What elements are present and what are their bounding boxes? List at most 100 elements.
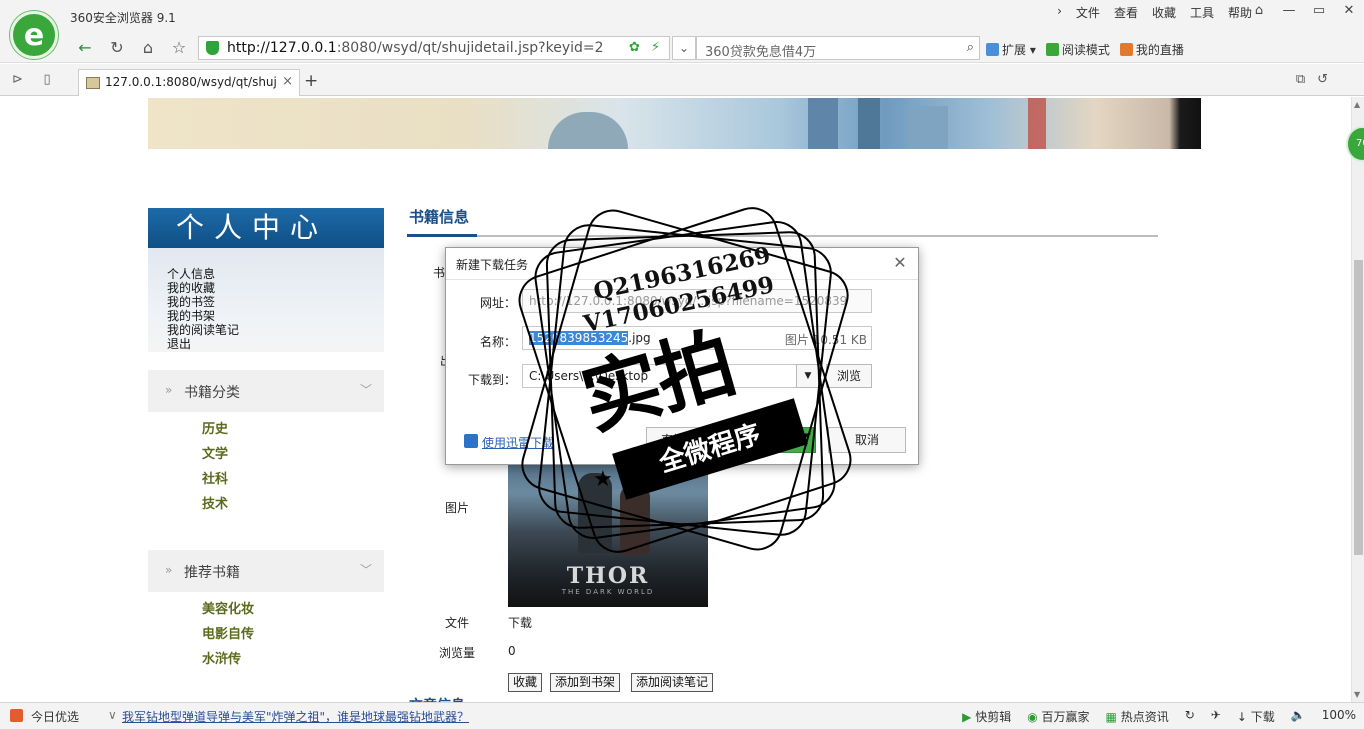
file-download-link[interactable]: 下载 — [508, 614, 532, 631]
navigation-bar: ← ↻ ⌂ ☆ http://127.0.0.1:8080/wsyd/qt/sh… — [0, 34, 1364, 63]
category-header[interactable]: » 书籍分类 ﹀ — [148, 370, 384, 412]
sidebar-toggle-icon[interactable]: ⊳ ▯ — [12, 72, 51, 87]
cancel-button[interactable]: 取消 — [828, 427, 906, 453]
scroll-up-icon[interactable]: ▲ — [1354, 100, 1360, 109]
title-divider — [407, 235, 1158, 237]
url-label: 网址： — [480, 296, 517, 310]
recommend-list: 美容化妆 电影自传 水浒传 — [202, 603, 254, 678]
favorite-star-icon[interactable]: ☆ — [166, 37, 192, 59]
download-dialog: 新建下载任务 ✕ 网址： http://127.0.0.1:8080/wsyd/… — [445, 247, 919, 465]
home-icon[interactable]: ⌂ — [135, 37, 161, 59]
menu-file[interactable]: 文件 — [1076, 4, 1100, 21]
recommend-title: 推荐书籍 — [184, 565, 240, 581]
book-cover-image: THOR THE DARK WORLD — [508, 455, 708, 607]
cover-title: THOR — [566, 563, 650, 589]
tab-title: 127.0.0.1:8080/wsyd/qt/shujid — [105, 75, 277, 89]
back-icon[interactable]: ← — [72, 37, 98, 59]
uc-item-bookmarks[interactable]: 我的书签 — [167, 295, 384, 309]
views-value: 0 — [508, 644, 516, 658]
search-icon[interactable]: ⌕ — [967, 40, 974, 55]
saveto-dropdown-icon[interactable]: ▼ — [796, 364, 820, 388]
downloads-button[interactable]: ↓ 下载 — [1237, 708, 1275, 725]
zoom-level[interactable]: 100% — [1322, 708, 1356, 725]
chevron-down-icon: ﹀ — [359, 383, 372, 397]
tab-close-icon[interactable]: × — [282, 74, 293, 89]
tab-active[interactable]: 127.0.0.1:8080/wsyd/qt/shujid × — [78, 69, 300, 96]
speed-mode-icon[interactable]: ⚡ — [651, 40, 660, 55]
scroll-down-icon[interactable]: ▼ — [1354, 690, 1360, 699]
uc-item-logout[interactable]: 退出 — [167, 337, 384, 351]
url-field[interactable]: http://127.0.0.1:8080/wsyd/...jsp?filena… — [522, 289, 872, 313]
category-item[interactable]: 历史 — [202, 423, 228, 448]
menu-tools[interactable]: 工具 — [1190, 4, 1214, 21]
news-ticker-link[interactable]: 我军钻地型弹道导弹与美军"炸弹之祖"，谁是地球最强钻地武器？ — [122, 708, 469, 725]
add-note-button[interactable]: 添加阅读笔记 — [631, 673, 714, 692]
section-title-cut: 文章信息 — [409, 695, 465, 702]
minimize-button[interactable]: — — [1274, 0, 1304, 24]
browser-logo-icon[interactable]: e — [10, 11, 58, 59]
category-list: 历史 文学 社科 技术 — [202, 423, 228, 523]
address-dropdown-icon[interactable]: ⌄ — [672, 36, 696, 60]
search-box[interactable]: 360贷款免息借4万 ⌕ — [696, 36, 980, 60]
today-picks[interactable]: 今日优选 — [31, 708, 79, 725]
filename-extension: .jpg — [628, 331, 651, 345]
recommend-item[interactable]: 美容化妆 — [202, 603, 254, 628]
recommend-item[interactable]: 电影自传 — [202, 628, 254, 653]
extensions-button[interactable]: 扩展 ▾ — [986, 41, 1036, 58]
menu-favorites[interactable]: 收藏 — [1152, 4, 1176, 21]
xunlei-icon — [464, 434, 478, 448]
mute-icon[interactable]: 🔈 — [1291, 708, 1306, 725]
filename-field[interactable]: 1520839853245.jpg 图片 10.51 KB — [522, 326, 872, 350]
add-to-shelf-button[interactable]: 添加到书架 — [550, 673, 621, 692]
file-label: 文件 — [445, 616, 470, 630]
site-banner — [148, 98, 1201, 149]
browse-button[interactable]: 浏览 — [826, 364, 872, 388]
category-item[interactable]: 文学 — [202, 448, 228, 473]
double-chevron-icon: » — [165, 563, 173, 577]
open-directly-button[interactable]: 直接打开 — [646, 427, 724, 453]
new-tab-icon[interactable]: + — [304, 71, 318, 91]
menu-chevron-icon[interactable]: › — [1057, 4, 1062, 21]
chevron-down-icon[interactable]: ∨ — [108, 708, 117, 722]
xunlei-link[interactable]: 使用迅雷下载 — [482, 434, 554, 451]
status-tools: ▶ 快剪辑 ◉ 百万赢家 ▦ 热点资讯 ↻ ✈ ↓ 下载 🔈 100% — [962, 708, 1356, 725]
hot-news-button[interactable]: ▦ 热点资讯 — [1106, 708, 1169, 725]
refresh-icon[interactable]: ↻ — [104, 37, 130, 59]
recommend-item[interactable]: 水浒传 — [202, 653, 254, 678]
title-bar: 360安全浏览器 9.1 › 文件 查看 收藏 工具 帮助 ⌂ — ▭ ✕ — [0, 0, 1364, 34]
tab-restore-icons[interactable]: ⧉↺ — [1296, 72, 1340, 87]
uc-item-bookshelf[interactable]: 我的书架 — [167, 309, 384, 323]
quick-edit-button[interactable]: ▶ 快剪辑 — [962, 708, 1011, 725]
reading-mode-button[interactable]: 阅读模式 — [1045, 41, 1110, 58]
sync-icon[interactable]: ↻ — [1185, 708, 1195, 725]
uc-item-favorites[interactable]: 我的收藏 — [167, 281, 384, 295]
page-title: 书籍信息 — [409, 208, 470, 226]
file-info: 图片 10.51 KB — [784, 333, 867, 347]
live-button[interactable]: 我的直播 — [1119, 41, 1184, 58]
dialog-close-icon[interactable]: ✕ — [890, 253, 910, 273]
recommend-header[interactable]: » 推荐书籍 ﹀ — [148, 550, 384, 592]
address-bar[interactable]: http://127.0.0.1:8080/wsyd/qt/shujidetai… — [198, 36, 670, 60]
category-item[interactable]: 社科 — [202, 473, 228, 498]
vertical-scrollbar[interactable]: ▲ ▼ — [1351, 97, 1364, 702]
category-item[interactable]: 技术 — [202, 498, 228, 523]
scroll-thumb[interactable] — [1354, 260, 1363, 555]
tools-icon[interactable]: ✈ — [1211, 708, 1221, 725]
top-menu: › 文件 查看 收藏 工具 帮助 — [1057, 4, 1252, 21]
compat-mode-icon[interactable]: ✿ — [629, 40, 640, 55]
double-chevron-icon: » — [165, 383, 173, 397]
row-label-cut: 书 — [433, 266, 446, 280]
maximize-button[interactable]: ▭ — [1304, 0, 1334, 24]
menu-view[interactable]: 查看 — [1114, 4, 1138, 21]
uc-item-notes[interactable]: 我的阅读笔记 — [167, 323, 384, 337]
download-button[interactable]: 下载 — [736, 427, 816, 453]
favorite-button[interactable]: 收藏 — [508, 673, 543, 692]
saveto-field[interactable]: C:\Users\...\Desktop — [522, 364, 820, 388]
uc-item-profile[interactable]: 个人信息 — [167, 267, 384, 281]
close-button[interactable]: ✕ — [1334, 0, 1364, 24]
reading-mode-icon — [1045, 43, 1059, 56]
live-icon — [1119, 43, 1133, 56]
skin-icon[interactable]: ⌂ — [1244, 0, 1274, 24]
million-winner-button[interactable]: ◉ 百万赢家 — [1027, 708, 1089, 725]
window-controls: ⌂ — ▭ ✕ — [1244, 0, 1364, 24]
